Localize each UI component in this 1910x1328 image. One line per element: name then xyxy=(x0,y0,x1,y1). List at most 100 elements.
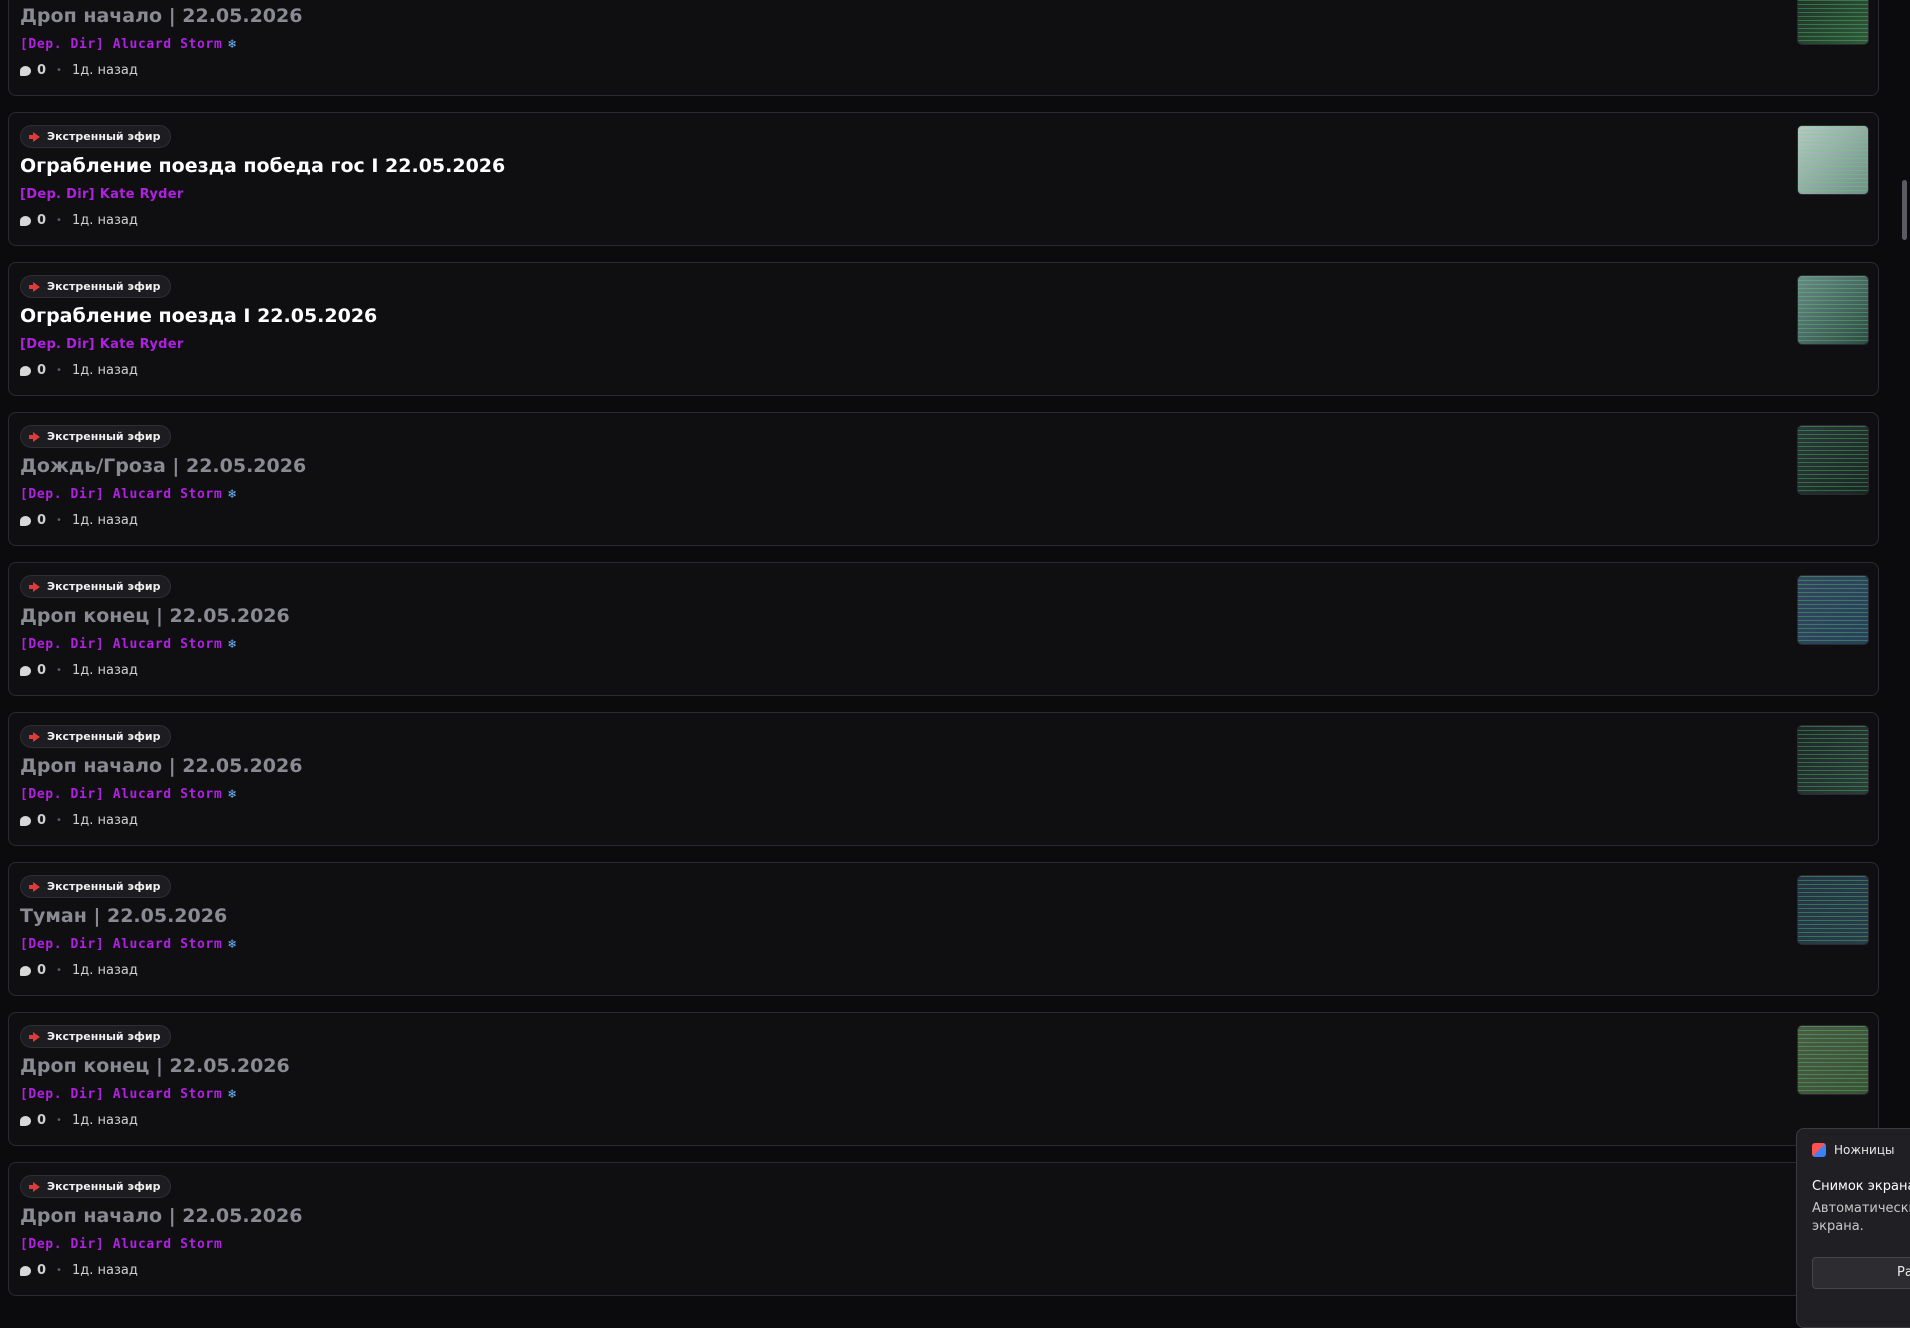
post-title[interactable]: Дроп начало | 22.05.2026 xyxy=(20,755,302,777)
post-thumbnail[interactable] xyxy=(1797,875,1869,945)
comment-count: 0 xyxy=(37,813,47,828)
post-badge: Экстренный эфир xyxy=(20,425,172,448)
post-badge-label: Экстренный эфир xyxy=(47,1180,161,1193)
post-title[interactable]: Туман | 22.05.2026 xyxy=(20,905,227,927)
post-card[interactable]: Экстренный эфир Дроп начало | 22.05.2026… xyxy=(8,712,1879,846)
post-title[interactable]: Дроп начало | 22.05.2026 xyxy=(20,1205,302,1227)
post-title[interactable]: Ограбление поезда I 22.05.2026 xyxy=(20,305,377,327)
post-badge: Экстренный эфир xyxy=(20,275,172,298)
post-card[interactable]: Экстренный эфир Дроп начало | 22.05.2026… xyxy=(8,0,1879,96)
post-badge: Экстренный эфир xyxy=(20,1175,172,1198)
meta-separator: • xyxy=(56,1265,62,1276)
snowflake-icon: ❄ xyxy=(228,1087,237,1102)
scrollbar-thumb[interactable] xyxy=(1902,180,1907,240)
post-thumbnail[interactable] xyxy=(1797,575,1869,645)
post-card[interactable]: Экстренный эфир Туман | 22.05.2026 [Dep.… xyxy=(8,862,1879,996)
post-author-name: [Dep. Dir] Alucard Storm xyxy=(20,37,223,52)
megaphone-icon xyxy=(29,732,41,742)
comment-bubble-icon xyxy=(20,1115,31,1126)
post-badge-label: Экстренный эфир xyxy=(47,130,161,143)
post-author-name: [Dep. Dir] Alucard Storm xyxy=(20,1087,223,1102)
post-author[interactable]: [Dep. Dir] Kate Ryder xyxy=(20,187,184,202)
post-title[interactable]: Дождь/Гроза | 22.05.2026 xyxy=(20,455,306,477)
post-card[interactable]: Экстренный эфир Дроп начало | 22.05.2026… xyxy=(8,1162,1879,1296)
post-card[interactable]: Экстренный эфир Ограбление поезда победа… xyxy=(8,112,1879,246)
post-card[interactable]: Экстренный эфир Дроп конец | 22.05.2026 … xyxy=(8,562,1879,696)
comment-bubble-icon xyxy=(20,65,31,76)
comment-count: 0 xyxy=(37,363,47,378)
comment-bubble-icon xyxy=(20,965,31,976)
comment-count: 0 xyxy=(37,963,47,978)
toast-header: Ножницы xyxy=(1812,1143,1894,1157)
post-badge-label: Экстренный эфир xyxy=(47,430,161,443)
post-badge-label: Экстренный эфир xyxy=(47,280,161,293)
meta-separator: • xyxy=(56,65,62,76)
post-time: 1д. назад xyxy=(71,813,138,828)
post-thumbnail[interactable] xyxy=(1797,275,1869,345)
comment-count: 0 xyxy=(37,513,47,528)
comment-bubble-icon xyxy=(20,215,31,226)
post-badge: Экстренный эфир xyxy=(20,875,172,898)
comment-count: 0 xyxy=(37,1263,47,1278)
megaphone-icon xyxy=(29,1182,41,1192)
megaphone-icon xyxy=(29,432,41,442)
comment-count: 0 xyxy=(37,1113,47,1128)
post-meta: 0 • 1д. назад xyxy=(20,813,138,828)
post-author[interactable]: [Dep. Dir] Alucard Storm ❄ xyxy=(20,937,237,952)
post-author[interactable]: [Dep. Dir] Alucard Storm ❄ xyxy=(20,787,237,802)
post-title[interactable]: Дроп начало | 22.05.2026 xyxy=(20,5,302,27)
comment-count: 0 xyxy=(37,63,47,78)
toast-title: Снимок экрана xyxy=(1812,1179,1910,1194)
post-card[interactable]: Экстренный эфир Ограбление поезда I 22.0… xyxy=(8,262,1879,396)
post-badge: Экстренный эфир xyxy=(20,1025,172,1048)
post-thumbnail[interactable] xyxy=(1797,725,1869,795)
meta-separator: • xyxy=(56,965,62,976)
post-thumbnail[interactable] xyxy=(1797,425,1869,495)
post-author[interactable]: [Dep. Dir] Alucard Storm xyxy=(20,1237,222,1252)
meta-separator: • xyxy=(56,365,62,376)
post-author[interactable]: [Dep. Dir] Alucard Storm ❄ xyxy=(20,637,237,652)
post-author-name: [Dep. Dir] Alucard Storm xyxy=(20,937,223,952)
post-time: 1д. назад xyxy=(71,363,138,378)
post-title[interactable]: Дроп конец | 22.05.2026 xyxy=(20,605,290,627)
meta-separator: • xyxy=(56,665,62,676)
comment-bubble-icon xyxy=(20,515,31,526)
post-time: 1д. назад xyxy=(71,1113,138,1128)
post-card[interactable]: Экстренный эфир Дождь/Гроза | 22.05.2026… xyxy=(8,412,1879,546)
post-thumbnail[interactable] xyxy=(1797,125,1869,195)
meta-separator: • xyxy=(56,215,62,226)
comment-count: 0 xyxy=(37,213,47,228)
post-author-name: [Dep. Dir] Alucard Storm xyxy=(20,637,223,652)
post-badge: Экстренный эфир xyxy=(20,725,172,748)
post-title[interactable]: Ограбление поезда победа гос I 22.05.202… xyxy=(20,155,505,177)
meta-separator: • xyxy=(56,1115,62,1126)
post-time: 1д. назад xyxy=(71,513,138,528)
snowflake-icon: ❄ xyxy=(228,487,237,502)
post-meta: 0 • 1д. назад xyxy=(20,1263,138,1278)
post-author-name: [Dep. Dir] Alucard Storm xyxy=(20,1237,223,1252)
post-author[interactable]: [Dep. Dir] Alucard Storm ❄ xyxy=(20,1087,237,1102)
snipping-toast[interactable]: Ножницы Снимок экрана Автоматически экра… xyxy=(1796,1128,1910,1328)
post-time: 1д. назад xyxy=(71,963,138,978)
post-meta: 0 • 1д. назад xyxy=(20,963,138,978)
post-meta: 0 • 1д. назад xyxy=(20,213,138,228)
comment-bubble-icon xyxy=(20,815,31,826)
post-author-name: [Dep. Dir] Kate Ryder xyxy=(20,187,184,202)
post-thumbnail[interactable] xyxy=(1797,1025,1869,1095)
toast-action-button[interactable]: Ра xyxy=(1812,1257,1910,1289)
post-author[interactable]: [Dep. Dir] Alucard Storm ❄ xyxy=(20,37,237,52)
post-author[interactable]: [Dep. Dir] Alucard Storm ❄ xyxy=(20,487,237,502)
post-time: 1д. назад xyxy=(71,663,138,678)
post-badge: Экстренный эфир xyxy=(20,125,172,148)
megaphone-icon xyxy=(29,582,41,592)
post-thumbnail[interactable] xyxy=(1797,0,1869,45)
post-meta: 0 • 1д. назад xyxy=(20,663,138,678)
megaphone-icon xyxy=(29,132,41,142)
post-card[interactable]: Экстренный эфир Дроп конец | 22.05.2026 … xyxy=(8,1012,1879,1146)
megaphone-icon xyxy=(29,1032,41,1042)
post-meta: 0 • 1д. назад xyxy=(20,513,138,528)
post-badge-label: Экстренный эфир xyxy=(47,880,161,893)
post-author[interactable]: [Dep. Dir] Kate Ryder xyxy=(20,337,184,352)
meta-separator: • xyxy=(56,815,62,826)
post-title[interactable]: Дроп конец | 22.05.2026 xyxy=(20,1055,290,1077)
